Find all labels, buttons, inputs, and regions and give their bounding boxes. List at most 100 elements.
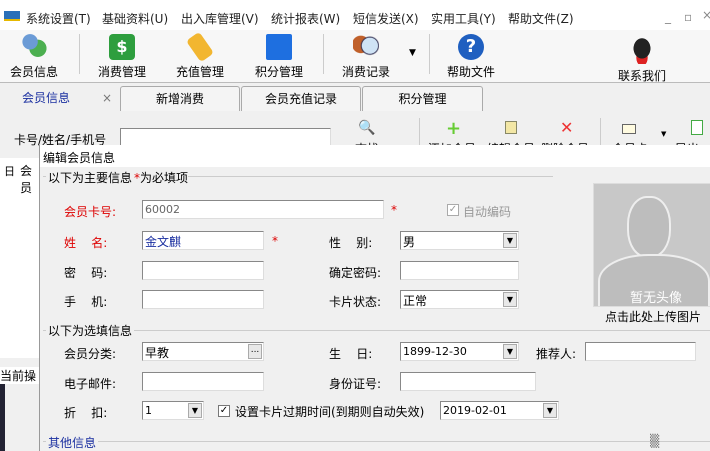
qq-penguin-icon (629, 38, 655, 64)
chevron-down-icon: ▼ (503, 233, 517, 248)
edit-member-dialog: 编辑会员信息 以下为主要信息 *为必填项 会员卡号: 60002 * ✓ 自动编码… (39, 145, 710, 451)
tab-recharge-records[interactable]: 会员充值记录 (241, 86, 361, 111)
toolbar-consumption-records[interactable]: 消费记录 (338, 30, 394, 83)
main-section-title: 以下为主要信息 *为必填项 (46, 169, 189, 186)
phone-input[interactable] (142, 290, 264, 309)
dialog-title: 编辑会员信息 (40, 145, 710, 167)
chevron-down-icon: ▼ (188, 403, 202, 418)
tab-points[interactable]: 积分管理 (362, 86, 483, 111)
toolbar-contact[interactable]: 联系我们 (612, 34, 672, 87)
search-person-icon (353, 34, 379, 60)
toolbar-label: 消费记录 (341, 65, 390, 79)
toolbar-label: 积分管理 (254, 65, 303, 79)
required-note: 为必填项 (140, 171, 189, 185)
toolbar-label: 会员信息 (9, 65, 58, 79)
toolbar-label: 充值管理 (175, 65, 224, 79)
auto-code-label: 自动编码 (463, 205, 512, 219)
excel-icon (691, 120, 703, 135)
search-icon: 🔍 (358, 120, 376, 136)
discount-select[interactable]: 1 ▼ (142, 401, 204, 420)
email-input[interactable] (142, 372, 264, 391)
confirm-password-input[interactable] (400, 261, 519, 280)
app-icon (4, 11, 20, 21)
discount-label: 折 扣: (64, 406, 108, 420)
expire-checkbox[interactable]: ✓ (218, 405, 230, 417)
delete-icon: ✕ (560, 118, 574, 137)
toolbar-points[interactable]: 积分管理 (251, 30, 307, 83)
card-status-select[interactable]: 正常 ▼ (400, 290, 519, 309)
optional-info-group (43, 330, 710, 331)
menu-sms[interactable]: 短信发送(X) (353, 10, 419, 27)
referrer-input[interactable] (585, 342, 696, 361)
tab-new-consumption[interactable]: 新增消费 (120, 86, 240, 111)
other-info-group (43, 441, 710, 442)
toolbar-recharge[interactable]: 充值管理 (172, 30, 228, 83)
id-number-input[interactable] (400, 372, 536, 391)
confirm-password-label: 确定密码: (329, 266, 382, 280)
menu-tools[interactable]: 实用工具(Y) (431, 10, 496, 27)
tab-close-icon[interactable]: × (102, 86, 112, 110)
restore-button[interactable]: ▫ (684, 10, 692, 24)
menu-system[interactable]: 系统设置(T) (26, 10, 91, 27)
toolbar-consumption[interactable]: $ 消费管理 (94, 30, 150, 83)
browse-button[interactable]: ... (248, 344, 262, 359)
birthday-label: 生 日: (329, 347, 373, 361)
expire-date-value: 2019-02-01 (443, 404, 507, 417)
tab-member-info[interactable]: 会员信息 × (0, 86, 119, 111)
menu-help[interactable]: 帮助文件(Z) (508, 10, 574, 27)
current-operator-label: 当前操 (0, 367, 39, 384)
expire-date-picker[interactable]: 2019-02-01 ▼ (440, 401, 559, 420)
tree-expander[interactable]: 日 (4, 163, 15, 179)
email-label: 电子邮件: (64, 377, 117, 391)
password-label: 密 码: (64, 266, 108, 280)
member-card-icon (622, 124, 636, 134)
add-icon: + (446, 118, 462, 139)
category-value: 早教 (145, 346, 170, 360)
upload-photo-link[interactable]: 点击此处上传图片 (605, 308, 701, 325)
main-toolbar: 会员信息 $ 消费管理 充值管理 积分管理 消费记录 ▼ ? 帮助文件 联系我们 (0, 30, 710, 83)
referrer-label: 推荐人: (536, 347, 577, 361)
menu-inventory[interactable]: 出入库管理(V) (181, 10, 259, 27)
chevron-down-icon: ▼ (503, 344, 517, 359)
member-tree: 日 会员 (0, 158, 39, 358)
auto-code-checkbox[interactable]: ✓ (447, 204, 459, 216)
card-label: 会员卡号: (64, 205, 117, 219)
dropdown-arrow-icon[interactable]: ▼ (409, 48, 416, 58)
tab-label: 会员信息 (22, 91, 71, 105)
discount-value: 1 (145, 404, 152, 417)
toolbar-member-info[interactable]: 会员信息 (6, 30, 62, 83)
toolbar-help[interactable]: ? 帮助文件 (443, 30, 499, 83)
category-input[interactable]: 早教... (142, 342, 264, 361)
id-number-label: 身份证号: (329, 377, 382, 391)
edit-icon (505, 121, 517, 134)
gender-label: 性 别: (329, 236, 373, 250)
gender-select[interactable]: 男 ▼ (400, 231, 519, 250)
tree-root[interactable]: 会员 (20, 162, 39, 196)
birthday-picker[interactable]: 1899-12-30 ▼ (400, 342, 519, 361)
minimize-button[interactable]: _ (665, 10, 671, 24)
dropdown-arrow-icon[interactable]: ▼ (661, 130, 666, 138)
close-button[interactable]: × (702, 8, 710, 22)
toolbar-label: 消费管理 (97, 65, 146, 79)
help-icon: ? (458, 34, 484, 60)
optional-section-title: 以下为选填信息 (46, 322, 135, 339)
menu-bar: 系统设置(T) 基础资料(U) 出入库管理(V) 统计报表(W) 短信发送(X)… (0, 0, 710, 30)
required-mark: * (391, 203, 397, 217)
menu-reports[interactable]: 统计报表(W) (271, 10, 340, 27)
watermark-logo: ▒ (650, 434, 660, 448)
avatar-placeholder[interactable]: 暂无头像 (593, 183, 710, 307)
required-mark: * (272, 234, 278, 248)
expire-label: 设置卡片过期时间(到期则自动失效) (235, 405, 425, 419)
password-input[interactable] (142, 261, 264, 280)
card-status-label: 卡片状态: (329, 295, 382, 309)
users-icon (21, 34, 47, 60)
name-label: 姓 名: (64, 236, 108, 250)
birthday-value: 1899-12-30 (403, 345, 467, 358)
menu-basic[interactable]: 基础资料(U) (102, 10, 168, 27)
other-section-title[interactable]: 其他信息 (46, 434, 99, 451)
card-number-input[interactable]: 60002 (142, 200, 384, 219)
no-avatar-text: 暂无头像 (630, 291, 683, 306)
dollar-icon: $ (109, 34, 135, 60)
chevron-down-icon: ▼ (503, 292, 517, 307)
name-input[interactable]: 金文麒 (142, 231, 264, 250)
